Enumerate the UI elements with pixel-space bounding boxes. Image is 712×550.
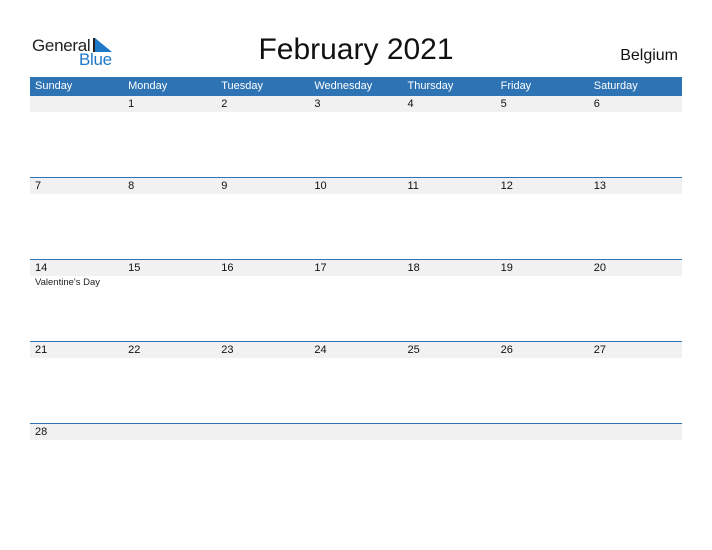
day-number: [309, 424, 402, 440]
day-number: [216, 424, 309, 440]
holiday-event: [309, 276, 402, 289]
day-number: 11: [407, 180, 419, 192]
calendar-grid: Sunday Monday Tuesday Wednesday Thursday…: [30, 77, 682, 464]
day-number: 2: [221, 98, 228, 110]
week-row: 14 15 16 17 18 19 20 Valentine's Day: [30, 259, 682, 341]
events-row: Valentine's Day: [30, 276, 682, 289]
holiday-event: [589, 276, 682, 289]
day-number-strip: 7 8 9 10 11 12 13: [30, 178, 682, 194]
day-number: 22: [128, 344, 141, 356]
holiday-event: Valentine's Day: [35, 277, 101, 288]
country-label: Belgium: [620, 47, 678, 64]
weekday-wednesday: Wednesday: [314, 80, 373, 92]
day-number: 19: [500, 262, 513, 274]
weekday-header: Sunday Monday Tuesday Wednesday Thursday…: [30, 77, 682, 96]
day-number-strip: 21 22 23 24 25 26 27: [30, 342, 682, 358]
day-number: 12: [500, 180, 513, 192]
weeks-container: 1 2 3 4 5 6 7 8 9 10 11 12 13 14 15 16 17 18 19 20 Valentine…: [30, 96, 682, 464]
day-number: 27: [593, 344, 606, 356]
weekday-saturday: Saturday: [593, 80, 638, 92]
holiday-event: [496, 276, 589, 289]
day-number: 17: [314, 262, 327, 274]
day-number: [496, 424, 589, 440]
day-number-strip: 28: [30, 424, 682, 440]
holiday-event: [123, 276, 216, 289]
holiday-event: [216, 276, 309, 289]
week-row: 7 8 9 10 11 12 13: [30, 177, 682, 259]
weekday-tuesday: Tuesday: [221, 80, 264, 92]
day-number-strip: 1 2 3 4 5 6: [30, 96, 682, 112]
day-number: 14: [35, 262, 48, 274]
day-number: [30, 96, 123, 112]
day-number: 7: [35, 180, 42, 192]
day-number: [403, 424, 496, 440]
day-number: 18: [407, 262, 420, 274]
day-number-strip: 14 15 16 17 18 19 20: [30, 260, 682, 276]
week-row: 28: [30, 423, 682, 464]
day-number: [589, 424, 682, 440]
day-number: 16: [221, 262, 234, 274]
day-number: 4: [407, 98, 414, 110]
day-number: 28: [35, 426, 48, 438]
weekday-thursday: Thursday: [407, 80, 454, 92]
weekday-sunday: Sunday: [35, 80, 73, 92]
day-number: 6: [593, 98, 600, 110]
week-row: 1 2 3 4 5 6: [30, 96, 682, 177]
day-number: 21: [35, 344, 48, 356]
weekday-monday: Monday: [128, 80, 168, 92]
weekday-friday: Friday: [500, 80, 532, 92]
day-number: [123, 424, 216, 440]
day-number: 23: [221, 344, 234, 356]
day-number: 25: [407, 344, 420, 356]
day-number: 1: [128, 98, 135, 110]
holiday-event: [403, 276, 496, 289]
day-number: 9: [221, 180, 228, 192]
page-title: February 2021: [258, 33, 454, 66]
day-number: 26: [500, 344, 513, 356]
day-number: 13: [593, 180, 606, 192]
week-row: 21 22 23 24 25 26 27: [30, 341, 682, 423]
day-number: 8: [128, 180, 135, 192]
day-number: 5: [500, 98, 507, 110]
day-number: 24: [314, 344, 327, 356]
day-number: 20: [593, 262, 606, 274]
day-number: 10: [314, 180, 327, 192]
day-number: 3: [314, 98, 321, 110]
day-number: 15: [128, 262, 141, 274]
